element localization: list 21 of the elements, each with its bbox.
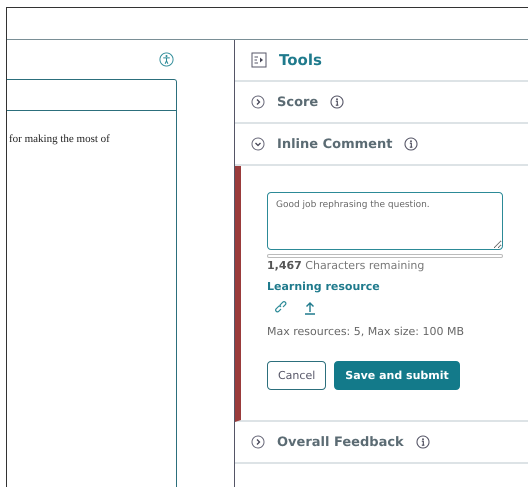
accessibility-icon[interactable]: [159, 52, 174, 67]
save-submit-button[interactable]: Save and submit: [334, 361, 460, 390]
section-header[interactable]: Score: [235, 82, 528, 124]
upload-icon[interactable]: [303, 301, 317, 315]
cancel-button[interactable]: Cancel: [267, 361, 326, 390]
section-header[interactable]: Inline Comment: [235, 124, 528, 166]
chevron-right-icon[interactable]: [251, 435, 265, 449]
info-icon[interactable]: [330, 95, 344, 109]
comment-field[interactable]: Good job rephrasing the question.: [267, 192, 503, 250]
info-icon[interactable]: [404, 137, 418, 151]
content-text: for making the most of: [8, 132, 111, 145]
chevron-right-icon[interactable]: [251, 95, 265, 109]
learning-resource-heading: Learning resource: [267, 280, 381, 293]
panel-icon[interactable]: [251, 52, 267, 68]
resource-limits: Max resources: 5, Max size: 100 MB: [267, 325, 466, 338]
link-icon[interactable]: [275, 301, 289, 315]
tools-title: Tools: [279, 51, 322, 69]
chevron-down-icon[interactable]: [251, 137, 265, 151]
section-header[interactable]: Overall Feedback: [235, 422, 528, 464]
info-icon[interactable]: [416, 435, 430, 449]
characters-remaining: 1,467 Characters remaining: [267, 259, 426, 272]
